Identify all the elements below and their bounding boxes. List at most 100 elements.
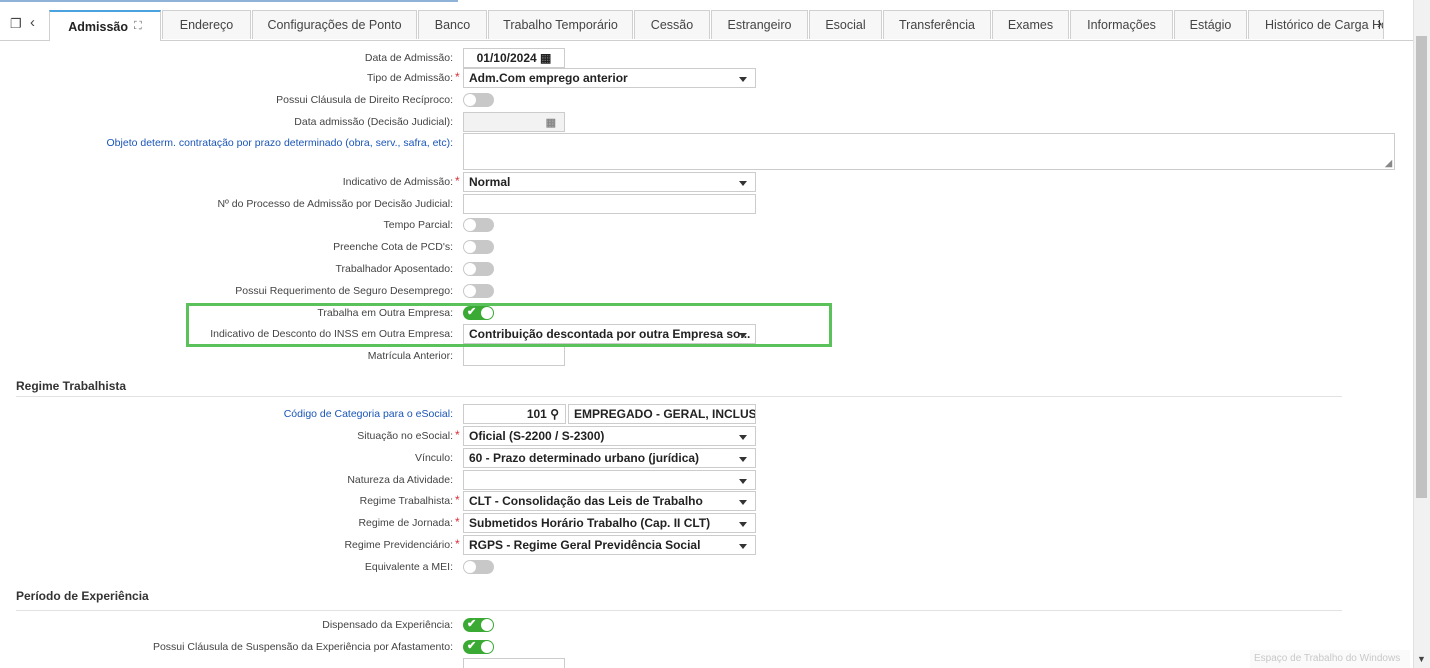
- required-marker: *: [455, 174, 460, 188]
- codigo-categoria-input[interactable]: 101 ⚲: [463, 404, 566, 424]
- label: Equivalente a MEI:: [364, 561, 453, 573]
- value: Normal: [469, 175, 511, 189]
- regime-trabalhista-select[interactable]: CLT - Consolidação das Leis de Trabalho: [463, 491, 756, 511]
- tab-esocial[interactable]: Esocial: [809, 10, 882, 39]
- indicativo-admissao-select[interactable]: Normal: [463, 172, 756, 192]
- value: Oficial (S-2200 / S-2300): [469, 429, 605, 443]
- tab-cessao[interactable]: Cessão: [634, 10, 710, 39]
- matricula-anterior-input[interactable]: [463, 346, 565, 366]
- cota-pcd-toggle[interactable]: [463, 240, 494, 254]
- tab-config-ponto[interactable]: Configurações de Ponto: [252, 10, 417, 39]
- value: Submetidos Horário Trabalho (Cap. II CLT…: [469, 516, 711, 530]
- tab-label: Banco: [434, 18, 471, 32]
- tab-endereco[interactable]: Endereço: [162, 10, 251, 39]
- situacao-select[interactable]: Oficial (S-2200 / S-2300): [463, 426, 756, 446]
- tab-trabalho-temporario[interactable]: Trabalho Temporário: [488, 10, 633, 39]
- row-dispensado: Dispensado da Experiência: ✔: [0, 615, 1414, 635]
- value: CLT - Consolidação das Leis de Trabalho: [469, 494, 703, 508]
- mei-toggle[interactable]: [463, 560, 494, 574]
- tab-label: Admissão: [68, 19, 129, 34]
- label: Possui Requerimento de Seguro Desemprego…: [235, 285, 453, 297]
- row-seguro-desemprego: Possui Requerimento de Seguro Desemprego…: [0, 281, 1414, 301]
- seguro-desemprego-toggle[interactable]: [463, 284, 494, 298]
- value: Adm.Com emprego anterior: [469, 71, 628, 85]
- tab-estrangeiro[interactable]: Estrangeiro: [711, 10, 808, 39]
- tab-estagio[interactable]: Estágio: [1174, 10, 1247, 39]
- tab-banco[interactable]: Banco: [418, 10, 487, 39]
- natureza-select[interactable]: [463, 470, 756, 490]
- tab-transferencia[interactable]: Transferência: [883, 10, 991, 39]
- objeto-determ-textarea[interactable]: ◢: [463, 133, 1395, 170]
- partial-input[interactable]: [463, 658, 565, 668]
- tipo-admissao-select[interactable]: Adm.Com emprego anterior: [463, 68, 756, 88]
- row-data-judicial: Data admissão (Decisão Judicial): ▦: [0, 112, 1414, 132]
- check-icon: ✔: [467, 618, 477, 630]
- tab-label: Transferência: [899, 18, 975, 32]
- window-copy-icon[interactable]: ❐: [10, 16, 22, 32]
- tab-label: Histórico de Carga Ho: [1265, 18, 1384, 32]
- aposentado-toggle[interactable]: [463, 262, 494, 276]
- categoria-desc-field: EMPREGADO - GERAL, INCLUSI: [568, 404, 756, 424]
- num-processo-input[interactable]: [463, 194, 756, 214]
- row-mei: Equivalente a MEI:: [0, 557, 1414, 577]
- label: Situação no eSocial:: [357, 430, 453, 442]
- label: Matrícula Anterior:: [367, 350, 453, 362]
- row-clausula-reciproco: Possui Cláusula de Direito Recíproco:: [0, 90, 1414, 110]
- search-icon[interactable]: ⚲: [550, 407, 559, 421]
- tab-scroll-left-icon[interactable]: ‹: [30, 14, 35, 31]
- tab-label: Endereço: [179, 18, 234, 32]
- resize-handle-icon[interactable]: ◢: [1385, 158, 1392, 169]
- calendar-icon[interactable]: ▦: [540, 51, 551, 65]
- vinculo-select[interactable]: 60 - Prazo determinado urbano (jurídica): [463, 448, 756, 468]
- label: Natureza da Atividade:: [347, 474, 453, 486]
- data-judicial-input[interactable]: ▦: [463, 112, 565, 132]
- tab-admissao[interactable]: Admissão ⛶: [49, 10, 161, 41]
- label: Regime de Jornada:: [358, 517, 453, 529]
- value: EMPREGADO - GERAL, INCLUSI: [574, 407, 756, 421]
- tempo-parcial-toggle[interactable]: [463, 218, 494, 232]
- data-admissao-input[interactable]: 01/10/2024 ▦: [463, 48, 565, 68]
- row-previdenciario: Regime Previdenciário: * RGPS - Regime G…: [0, 535, 1414, 555]
- row-suspensao: Possui Cláusula de Suspensão da Experiên…: [0, 637, 1414, 657]
- row-matricula-anterior: Matrícula Anterior:: [0, 346, 1414, 366]
- tab-label: Estrangeiro: [727, 18, 792, 32]
- tab-historico-carga[interactable]: Histórico de Carga Ho: [1248, 10, 1384, 39]
- previdenciario-select[interactable]: RGPS - Regime Geral Previdência Social: [463, 535, 756, 555]
- jornada-select[interactable]: Submetidos Horário Trabalho (Cap. II CLT…: [463, 513, 756, 533]
- clausula-reciproco-toggle[interactable]: [463, 93, 494, 107]
- dispensado-toggle[interactable]: ✔: [463, 618, 494, 632]
- tab-scroll-right-icon[interactable]: ›: [1377, 15, 1382, 32]
- expand-icon[interactable]: ⛶: [134, 20, 142, 33]
- row-objeto-determ: Objeto determ. contratação por prazo det…: [0, 133, 1414, 170]
- label: Regime Previdenciário:: [344, 539, 453, 551]
- row-tipo-admissao: Tipo de Admissão: * Adm.Com emprego ante…: [0, 68, 1414, 88]
- check-icon: ✔: [467, 640, 477, 652]
- value: RGPS - Regime Geral Previdência Social: [469, 538, 701, 552]
- tab-exames[interactable]: Exames: [992, 10, 1069, 39]
- row-vinculo: Vínculo: 60 - Prazo determinado urbano (…: [0, 448, 1414, 468]
- tab-label: Cessão: [650, 18, 694, 32]
- tab-informacoes[interactable]: Informações: [1070, 10, 1173, 39]
- tab-bar: ❐ ‹ Admissão ⛶ Endereço Configurações de …: [0, 10, 1414, 41]
- scrollbar-thumb[interactable]: [1416, 36, 1427, 498]
- top-accent-line: [0, 0, 458, 2]
- scroll-down-icon[interactable]: ▼: [1417, 654, 1426, 664]
- label: Objeto determ. contratação por prazo det…: [106, 137, 453, 149]
- label: Tipo de Admissão:: [367, 72, 453, 84]
- row-cota-pcd: Preenche Cota de PCD's:: [0, 237, 1414, 257]
- tab-label: Estágio: [1189, 18, 1232, 32]
- row-tempo-parcial: Tempo Parcial:: [0, 215, 1414, 235]
- required-marker: *: [455, 493, 460, 507]
- suspensao-toggle[interactable]: ✔: [463, 640, 494, 654]
- required-marker: *: [455, 428, 460, 442]
- label: Trabalhador Aposentado:: [335, 263, 453, 275]
- row-codigo-categoria: Código de Categoria para o eSocial: 101 …: [0, 404, 1414, 424]
- windows-watermark: Espaço de Trabalho do Windows: [1250, 650, 1410, 668]
- row-natureza: Natureza da Atividade:: [0, 470, 1414, 490]
- vertical-scrollbar[interactable]: ▼: [1413, 0, 1430, 668]
- value: 101: [526, 407, 547, 421]
- form-content: Data de Admissão: 01/10/2024 ▦ Tipo de A…: [0, 41, 1414, 668]
- label: Código de Categoria para o eSocial:: [283, 408, 453, 420]
- label: Dispensado da Experiência:: [322, 619, 453, 631]
- section-title: Regime Trabalhista: [16, 379, 127, 393]
